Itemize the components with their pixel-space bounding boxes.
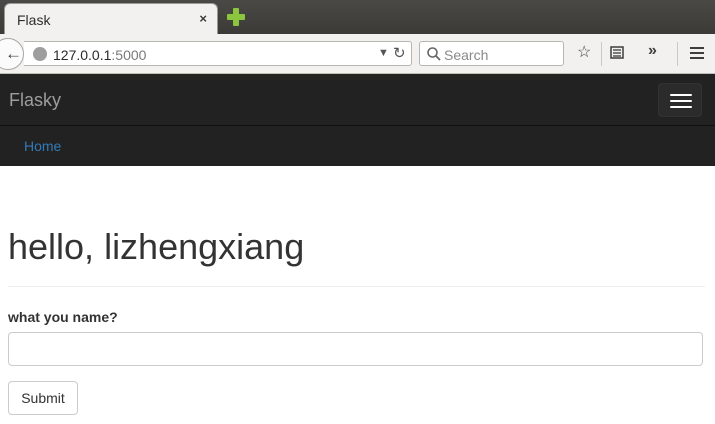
reload-icon[interactable]: ↻ — [393, 44, 406, 62]
search-input[interactable]: Search — [419, 41, 564, 66]
plus-icon[interactable] — [227, 8, 245, 26]
toggle-bar — [670, 100, 692, 102]
navbar-brand[interactable]: Flasky — [9, 90, 61, 111]
submit-button[interactable]: Submit — [8, 381, 78, 415]
tab-close-icon[interactable]: × — [199, 11, 207, 26]
back-button[interactable]: ← — [0, 38, 24, 70]
url-text[interactable]: 127.0.0.1:5000 — [53, 47, 146, 63]
chevron-double-right-icon[interactable]: » — [648, 42, 657, 60]
nav-link-home[interactable]: Home — [24, 138, 61, 154]
back-arrow-icon: ← — [5, 44, 22, 63]
hamburger-menu-icon[interactable] — [689, 45, 705, 61]
tab-title: Flask — [17, 12, 51, 28]
search-placeholder: Search — [444, 47, 489, 63]
reading-list-icon[interactable] — [609, 44, 625, 60]
globe-icon — [33, 47, 47, 61]
navbar-toggle-button[interactable] — [658, 83, 702, 117]
browser-tab[interactable]: Flask × — [4, 3, 218, 34]
heading-divider — [8, 286, 705, 287]
toggle-bar — [670, 106, 692, 108]
star-icon[interactable]: ☆ — [577, 42, 591, 62]
url-bar[interactable]: 127.0.0.1:5000 ▼ ↻ — [24, 41, 412, 66]
page-title: hello, lizhengxiang — [8, 226, 305, 267]
chevron-down-icon[interactable]: ▼ — [378, 47, 389, 59]
site-navbar: Flasky Home — [0, 74, 715, 166]
toolbar-divider — [601, 42, 602, 66]
browser-tab-strip: Flask × — [0, 0, 715, 34]
toggle-bar — [670, 94, 692, 96]
name-field-label: what you name? — [8, 309, 118, 325]
toolbar-divider — [677, 42, 678, 66]
search-icon — [427, 47, 441, 61]
browser-toolbar: 127.0.0.1:5000 ▼ ↻ ← Search ☆ » — [0, 34, 715, 74]
navbar-divider — [0, 125, 715, 126]
name-input[interactable] — [8, 332, 703, 366]
